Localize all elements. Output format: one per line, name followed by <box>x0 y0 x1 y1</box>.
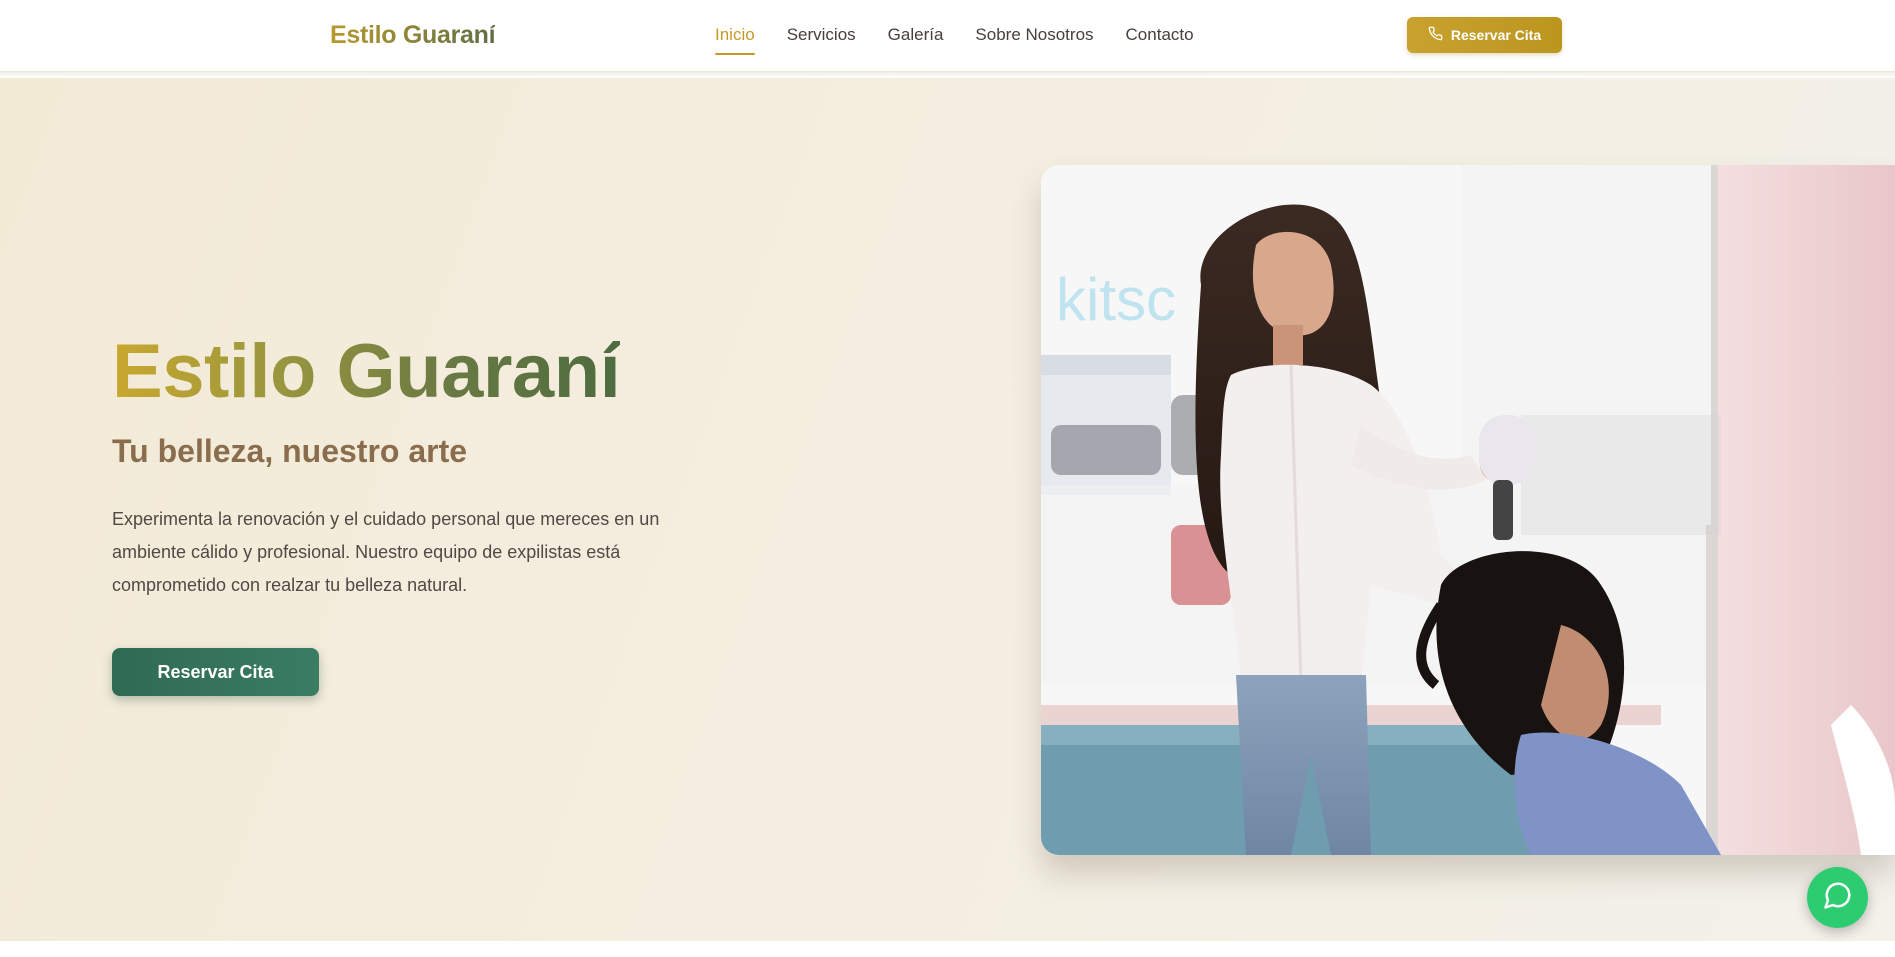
page: Estilo Guaraní Inicio Servicios Galería … <box>0 0 1895 957</box>
hero-book-button[interactable]: Reservar Cita <box>112 648 319 696</box>
phone-icon <box>1428 26 1443 44</box>
chat-button[interactable] <box>1807 867 1868 928</box>
nav-link-sobre-nosotros[interactable]: Sobre Nosotros <box>975 25 1093 45</box>
nav-link-inicio[interactable]: Inicio <box>715 25 755 55</box>
main-nav: Inicio Servicios Galería Sobre Nosotros … <box>715 25 1194 55</box>
header-book-label: Reservar Cita <box>1450 27 1542 43</box>
hero-title: Estilo Guaraní <box>112 329 621 414</box>
hero-image: kitsc <box>1041 165 1895 855</box>
nav-link-galeria[interactable]: Galería <box>888 25 944 45</box>
hero-description: Experimenta la renovación y el cuidado p… <box>112 509 660 595</box>
hero-subtitle: Tu belleza, nuestro arte <box>112 433 468 469</box>
header-book-button[interactable]: Reservar Cita <box>1407 17 1562 53</box>
brand-logo[interactable]: Estilo Guaraní <box>330 21 496 50</box>
site-header: Estilo Guaraní Inicio Servicios Galería … <box>0 0 1895 72</box>
chat-bubble-icon <box>1823 880 1853 915</box>
hero-section: Estilo Guaraní Tu belleza, nuestro arte … <box>0 78 1895 941</box>
window-sign-text: kitsc <box>1056 266 1176 333</box>
nav-link-servicios[interactable]: Servicios <box>787 25 856 45</box>
nav-link-contacto[interactable]: Contacto <box>1126 25 1194 45</box>
section-divider <box>0 941 1895 957</box>
